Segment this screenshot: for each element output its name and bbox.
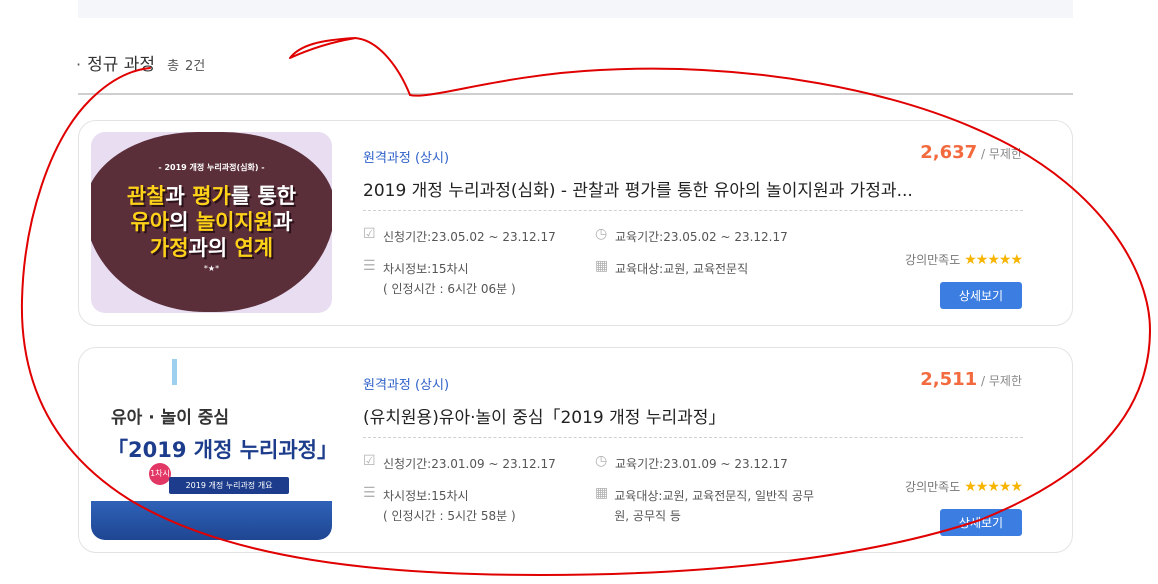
thumbnail-line: 「2019 개정 누리과정」	[107, 438, 332, 462]
star-rating: ★★★★★	[964, 251, 1023, 268]
star-rating: ★★★★★	[964, 478, 1023, 495]
dashed-divider	[363, 437, 1023, 438]
thumbnail-subtitle: - 2019 개정 누리과정(심화) -	[158, 163, 265, 172]
course-thumbnail[interactable]: 유아 · 놀이 중심 「2019 개정 누리과정」 1차시 2019 개정 누리…	[91, 359, 332, 540]
check-square-icon: ☑	[363, 453, 376, 469]
thumbnail-line: 가정과의 연계	[149, 236, 274, 260]
edu-period: ◷ 교육기간:23.05.02 ~ 23.12.17	[595, 226, 788, 244]
count-prefix: 총	[167, 59, 180, 74]
satisfaction: 강의만족도 ★★★★★	[905, 478, 1023, 495]
check-square-icon: ☑	[363, 226, 376, 242]
edu-period: ◷ 교육기간:23.01.09 ~ 23.12.17	[595, 453, 788, 471]
course-type: 원격과정 (상시)	[363, 378, 450, 393]
session-info: ☰ 차시정보:15차시( 인정시간 : 6시간 06분 )	[363, 258, 516, 296]
satisfaction: 강의만족도 ★★★★★	[905, 251, 1023, 268]
list-icon: ☰	[363, 258, 376, 274]
student-count: 2,511 / 무제한	[920, 369, 1022, 390]
session-badge: 1차시	[149, 463, 171, 485]
clock-icon: ◷	[595, 226, 608, 242]
thumbnail-line: 유아 · 놀이 중심	[111, 408, 230, 428]
bullet: ·	[76, 55, 82, 74]
section-divider	[78, 93, 1073, 95]
satisfaction-label: 강의만족도	[905, 253, 961, 267]
edu-target: ▦ 교육대상:교원, 교육전문직	[595, 258, 749, 276]
edu-target: ▦ 교육대상:교원, 교육전문직, 일반직 공무원, 공무직 등	[595, 485, 814, 523]
section-title: 정규 과정	[87, 55, 156, 75]
building-icon: ▦	[595, 485, 609, 501]
student-count: 2,637 / 무제한	[920, 142, 1022, 163]
course-title-link[interactable]: 2019 개정 누리과정(심화) - 관찰과 평가를 통한 유아의 놀이지원과 …	[363, 176, 1023, 201]
course-title-link[interactable]: (유치원용)유아·놀이 중심「2019 개정 누리과정」	[363, 403, 1023, 428]
section-header: · 정규 과정 총 2건	[76, 50, 205, 76]
detail-button[interactable]: 상세보기	[940, 282, 1022, 309]
dashed-divider	[363, 210, 1023, 211]
building-icon: ▦	[595, 258, 609, 274]
thumbnail-accent-bar	[172, 359, 177, 385]
thumbnail-line: 관찰과 평가를 통한	[126, 184, 297, 208]
clock-icon: ◷	[595, 453, 608, 469]
satisfaction-label: 강의만족도	[905, 480, 961, 494]
session-info: ☰ 차시정보:15차시( 인정시간 : 5시간 58분 )	[363, 485, 516, 523]
detail-button[interactable]: 상세보기	[940, 509, 1022, 536]
apply-period: ☑ 신청기간:23.05.02 ~ 23.12.17	[363, 226, 556, 244]
course-type: 원격과정 (상시)	[363, 151, 450, 166]
apply-period: ☑ 신청기간:23.01.09 ~ 23.12.17	[363, 453, 556, 471]
course-count: 2건	[185, 59, 206, 74]
thumbnail-stars: *★*	[203, 264, 220, 273]
course-card[interactable]: - 2019 개정 누리과정(심화) - 관찰과 평가를 통한 유아의 놀이지원…	[78, 120, 1073, 326]
course-card[interactable]: 유아 · 놀이 중심 「2019 개정 누리과정」 1차시 2019 개정 누리…	[78, 347, 1073, 553]
thumbnail-line: 유아의 놀이지원과	[130, 210, 293, 234]
list-icon: ☰	[363, 485, 376, 501]
top-panel	[78, 0, 1073, 18]
course-thumbnail[interactable]: - 2019 개정 누리과정(심화) - 관찰과 평가를 통한 유아의 놀이지원…	[91, 132, 332, 313]
thumbnail-base	[91, 501, 332, 540]
thumbnail-pill: 2019 개정 누리과정 개요	[169, 477, 289, 494]
